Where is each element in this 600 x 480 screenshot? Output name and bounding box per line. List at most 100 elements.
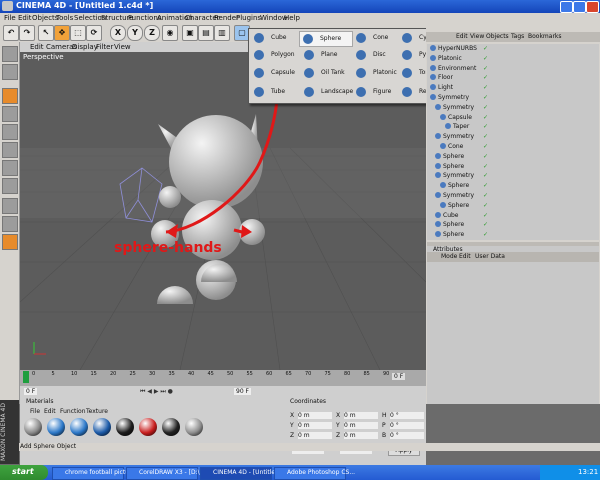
menu-tools[interactable]: Tools: [56, 14, 73, 22]
use-texture-mode-icon[interactable]: [2, 106, 18, 122]
primitive-landscape[interactable]: Landscape: [301, 85, 353, 99]
om-menu-edit[interactable]: Edit: [456, 33, 468, 40]
render-settings-icon[interactable]: ▥: [214, 25, 230, 41]
object-row[interactable]: Environment ✓: [427, 64, 599, 73]
end-frame-field[interactable]: 90 F: [234, 388, 251, 395]
visibility-check-icon[interactable]: ✓: [483, 172, 488, 179]
visibility-check-icon[interactable]: ✓: [483, 221, 488, 228]
tweak-mode-icon[interactable]: [2, 216, 18, 232]
visibility-check-icon[interactable]: ✓: [483, 94, 488, 101]
viewport-menu-edit[interactable]: Edit: [30, 43, 44, 51]
start-frame-field[interactable]: 0 F: [24, 388, 38, 395]
coord-value-field[interactable]: 0 m: [344, 422, 378, 429]
visibility-check-icon[interactable]: ✓: [483, 163, 488, 170]
use-model-mode-icon[interactable]: [2, 46, 18, 62]
object-row[interactable]: Sphere ✓: [427, 162, 599, 171]
use-axis-mode-icon[interactable]: [2, 124, 18, 140]
visibility-check-icon[interactable]: ✓: [483, 153, 488, 160]
primitive-plane[interactable]: Plane: [301, 48, 353, 62]
x-axis-lock-icon[interactable]: X: [110, 25, 126, 41]
coord-value-field[interactable]: 0 °: [390, 422, 424, 429]
object-row[interactable]: Cone ✓: [427, 142, 599, 151]
redo-icon[interactable]: ↷: [19, 25, 35, 41]
visibility-check-icon[interactable]: ✓: [483, 65, 488, 72]
material-swatch[interactable]: [70, 418, 88, 436]
menu-objects[interactable]: Objects: [32, 14, 58, 22]
visibility-check-icon[interactable]: ✓: [483, 104, 488, 111]
timeline[interactable]: 0 F 0 5 10 15 20 25 30 35 40 45 50 55 60 65 70 75 80 85 90: [20, 370, 426, 386]
visibility-check-icon[interactable]: ✓: [483, 192, 488, 199]
material-swatch[interactable]: [185, 418, 203, 436]
viewport-menu-view[interactable]: View: [114, 43, 131, 51]
object-row[interactable]: HyperNURBS ✓: [427, 44, 599, 53]
primitive-figure[interactable]: Figure: [353, 85, 405, 99]
object-row[interactable]: Taper ✓: [427, 122, 599, 131]
menu-file[interactable]: File: [4, 14, 16, 22]
coord-value-field[interactable]: 0 m: [298, 412, 332, 419]
om-menu-view[interactable]: View: [470, 33, 484, 40]
snap-icon[interactable]: [2, 234, 18, 250]
primitive-tube[interactable]: Tube: [251, 85, 303, 99]
object-row[interactable]: Sphere ✓: [427, 152, 599, 161]
animation-mode-icon[interactable]: [2, 198, 18, 214]
task-chrome[interactable]: chrome football pictur...: [52, 467, 137, 480]
om-menu-objects[interactable]: Objects: [486, 33, 509, 40]
visibility-check-icon[interactable]: ✓: [483, 182, 488, 189]
transport-buttons[interactable]: ⏮ ◀ ▶ ⏭ ●: [140, 388, 173, 396]
visibility-check-icon[interactable]: ✓: [483, 231, 488, 238]
coord-value-field[interactable]: 0 °: [390, 412, 424, 419]
start-button[interactable]: start: [0, 465, 48, 480]
render-picture-viewer-icon[interactable]: ▤: [198, 25, 214, 41]
task-coreldraw[interactable]: CorelDRAW X3 - [D:\...: [126, 467, 205, 480]
visibility-check-icon[interactable]: ✓: [483, 55, 488, 62]
coord-value-field[interactable]: 0 m: [298, 432, 332, 439]
visibility-check-icon[interactable]: ✓: [483, 84, 488, 91]
mat-menu-function[interactable]: Function: [60, 408, 86, 415]
material-swatch[interactable]: [47, 418, 65, 436]
attr-menu-edit[interactable]: Edit: [459, 253, 471, 260]
visibility-check-icon[interactable]: ✓: [483, 143, 488, 150]
attr-menu-user-data[interactable]: User Data: [475, 253, 505, 260]
primitive-polygon[interactable]: Polygon: [251, 48, 303, 62]
coord-value-field[interactable]: 0 °: [390, 432, 424, 439]
maximize-button[interactable]: [573, 1, 586, 13]
object-row[interactable]: Sphere ✓: [427, 230, 599, 239]
material-swatch[interactable]: [24, 418, 42, 436]
undo-icon[interactable]: ↶: [3, 25, 19, 41]
visibility-check-icon[interactable]: ✓: [483, 202, 488, 209]
object-row[interactable]: Symmetry ✓: [427, 171, 599, 180]
minimize-button[interactable]: [560, 1, 573, 13]
material-swatch[interactable]: [139, 418, 157, 436]
object-row[interactable]: Sphere ✓: [427, 201, 599, 210]
mat-menu-file[interactable]: File: [30, 408, 40, 415]
menu-plugins[interactable]: Plugins: [236, 14, 261, 22]
y-axis-lock-icon[interactable]: Y: [127, 25, 143, 41]
frame-field[interactable]: 0 F: [392, 373, 406, 380]
object-row[interactable]: Light ✓: [427, 83, 599, 92]
task-photoshop[interactable]: Adobe Photoshop CS...: [274, 467, 355, 480]
object-row[interactable]: Symmetry ✓: [427, 191, 599, 200]
visibility-check-icon[interactable]: ✓: [483, 133, 488, 140]
menu-edit[interactable]: Edit: [18, 14, 32, 22]
primitive-capsule[interactable]: Capsule: [251, 66, 303, 80]
material-swatch[interactable]: [116, 418, 134, 436]
primitive-oil-tank[interactable]: Oil Tank: [301, 66, 353, 80]
primitive-sphere[interactable]: Sphere: [299, 31, 353, 47]
menu-help[interactable]: Help: [284, 14, 300, 22]
render-view-icon[interactable]: ▣: [182, 25, 198, 41]
primitive-disc[interactable]: Disc: [353, 48, 405, 62]
coordinate-system-icon[interactable]: ◉: [162, 25, 178, 41]
visibility-check-icon[interactable]: ✓: [483, 74, 488, 81]
object-row[interactable]: Sphere ✓: [427, 181, 599, 190]
object-row[interactable]: Cube ✓: [427, 211, 599, 220]
visibility-check-icon[interactable]: ✓: [483, 45, 488, 52]
object-row[interactable]: Symmetry ✓: [427, 132, 599, 141]
primitive-cone[interactable]: Cone: [353, 31, 405, 45]
object-row[interactable]: Symmetry ✓: [427, 103, 599, 112]
attr-menu-mode[interactable]: Mode: [441, 253, 457, 260]
edges-mode-icon[interactable]: [2, 160, 18, 176]
polygons-mode-icon[interactable]: [2, 178, 18, 194]
primitive-cube[interactable]: Cube: [251, 31, 303, 45]
z-axis-lock-icon[interactable]: Z: [144, 25, 160, 41]
object-row[interactable]: Platonic ✓: [427, 54, 599, 63]
